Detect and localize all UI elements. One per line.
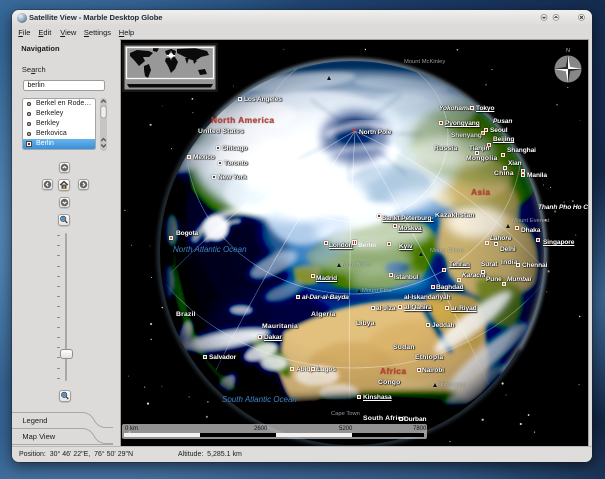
svg-text:N: N bbox=[566, 48, 570, 54]
